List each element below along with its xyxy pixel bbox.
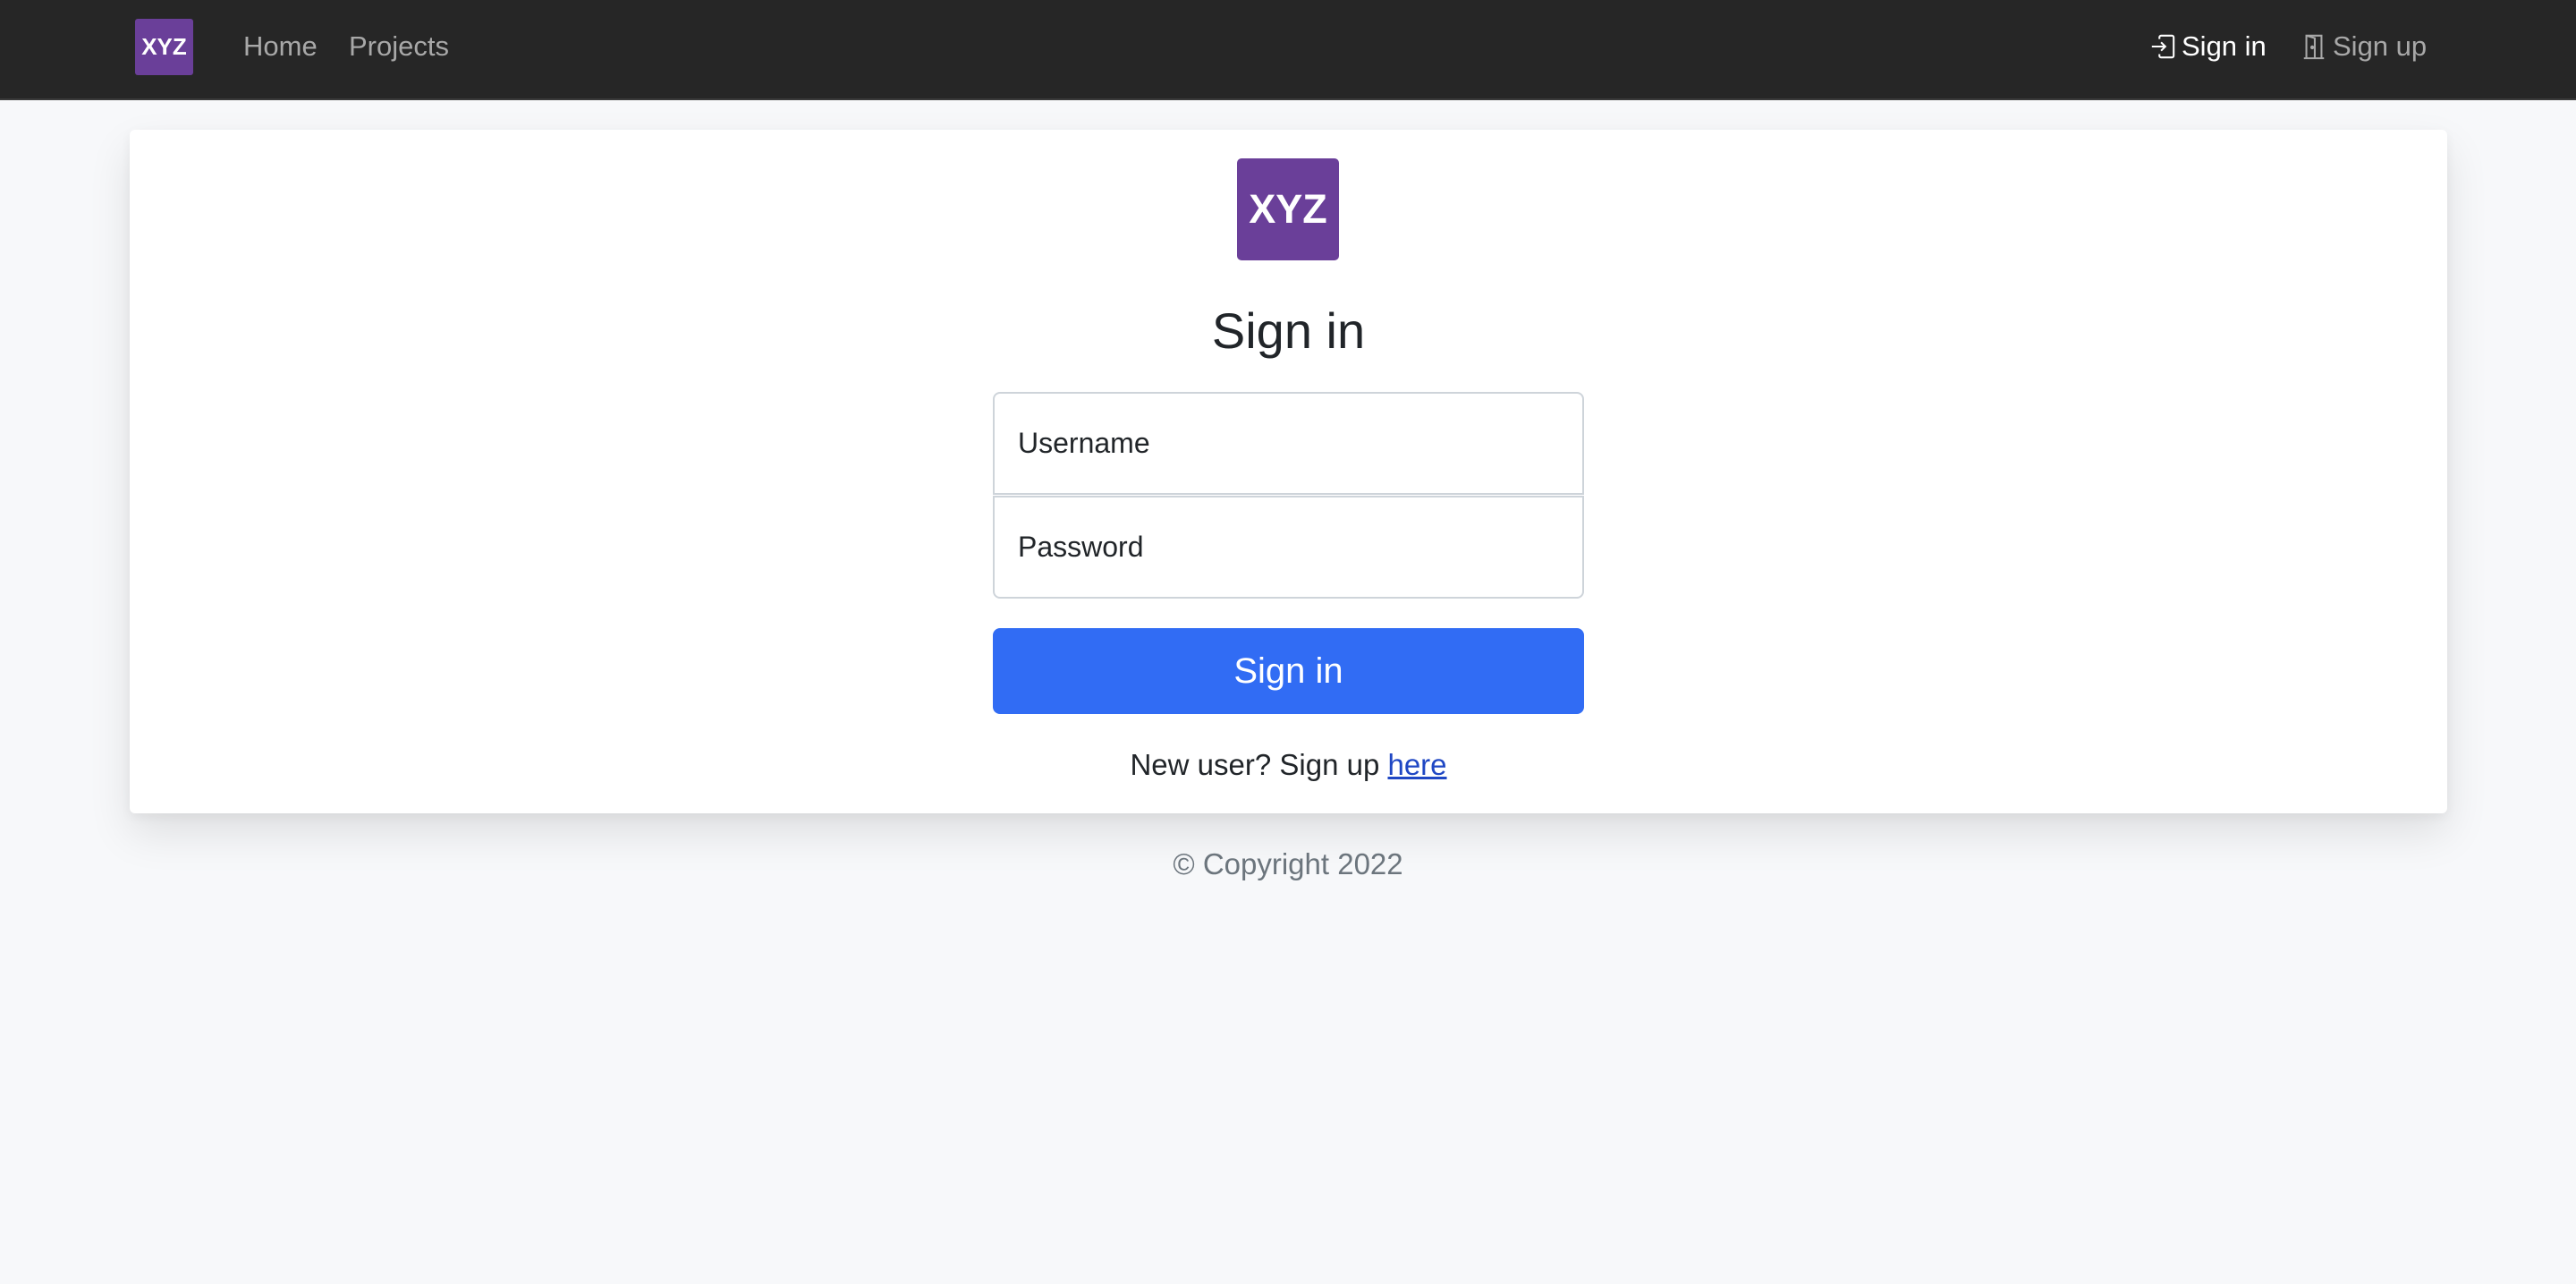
nav-sign-in-link[interactable]: Sign in [2149,27,2267,66]
top-navbar: XYZ Home Projects Sign in Sign up [0,0,2576,100]
nav-link-home[interactable]: Home [243,27,318,66]
signup-here-link[interactable]: here [1387,748,1446,781]
card-brand-logo: XYZ [1237,158,1339,260]
signup-prompt-text: New user? Sign up [1130,748,1388,781]
box-arrow-in-right-icon [2151,34,2175,59]
password-input[interactable] [993,496,1584,599]
nav-sign-up-label: Sign up [2333,30,2428,62]
sign-in-card: XYZ Sign in Sign in New user? Sign up he… [130,130,2447,813]
page-title: Sign in [1211,302,1366,359]
door-icon [2303,34,2325,60]
footer-copyright: © Copyright 2022 [1173,847,1403,880]
brand-logo[interactable]: XYZ [135,19,193,75]
sign-in-button[interactable]: Sign in [993,628,1584,714]
nav-sign-in-label: Sign in [2182,30,2267,62]
signup-prompt: New user? Sign up here [130,745,2447,785]
nav-sign-up-link[interactable]: Sign up [2301,27,2427,66]
nav-link-projects[interactable]: Projects [349,27,449,66]
username-input[interactable] [993,392,1584,495]
